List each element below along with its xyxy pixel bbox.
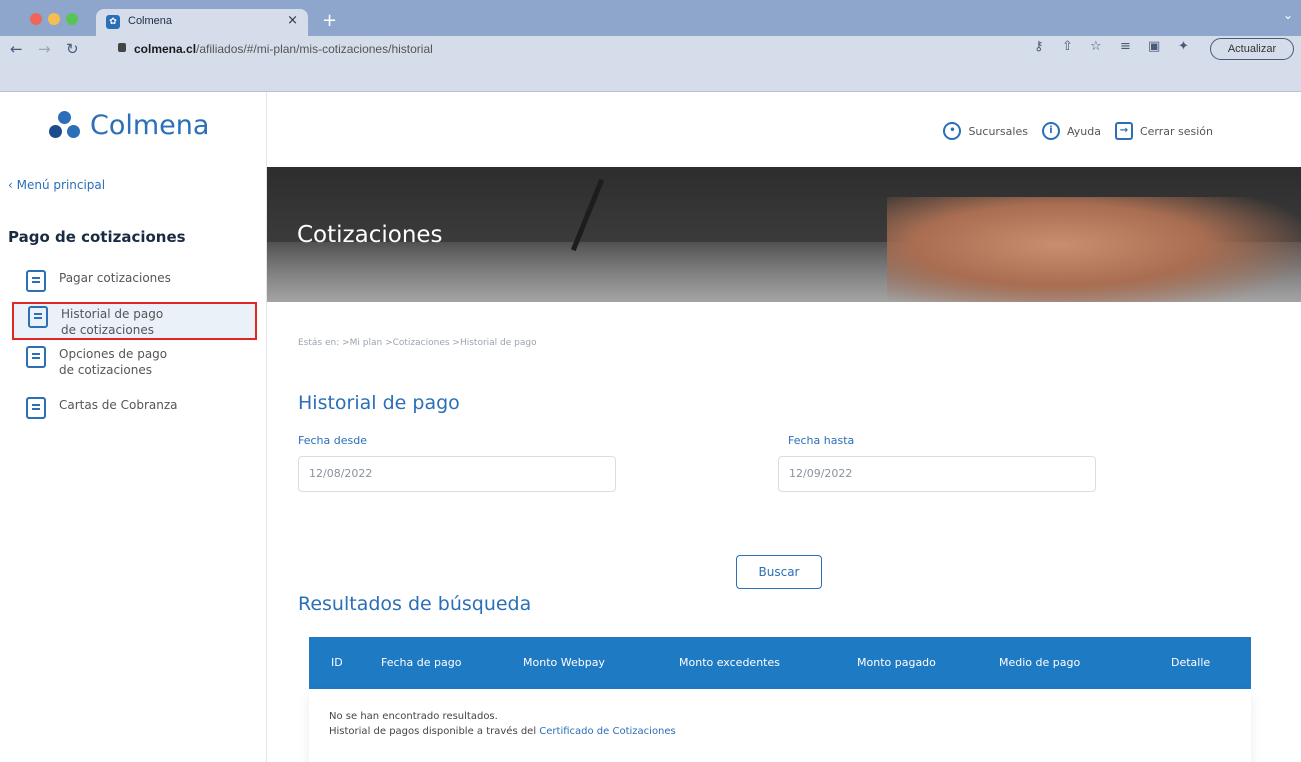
key-icon[interactable]: ⚷ xyxy=(1034,39,1044,54)
date-to-field[interactable]: 12/09/2022 xyxy=(778,456,1096,492)
url-domain: colmena.cl xyxy=(134,42,197,56)
page-title: Historial de pago xyxy=(298,392,460,414)
maximize-window-icon[interactable] xyxy=(66,13,78,25)
empty-results-message: No se han encontrado resultados. xyxy=(329,711,498,722)
location-pin-icon: • xyxy=(943,122,962,140)
empty-results-note: Historial de pagos disponible a través d… xyxy=(329,726,676,737)
url-path: /afiliados/#/mi-plan/mis-cotizaciones/hi… xyxy=(196,42,433,56)
sidebar-item-label: Historial de pago de cotizaciones xyxy=(61,307,164,337)
logout-icon: → xyxy=(1114,122,1133,140)
close-window-icon[interactable] xyxy=(30,13,42,25)
date-from-field[interactable]: 12/08/2022 xyxy=(298,456,616,492)
header-link-label: Sucursales xyxy=(968,124,1028,138)
sidebar-section-title: Pago de cotizaciones xyxy=(8,228,186,246)
results-heading: Resultados de búsqueda xyxy=(298,593,532,615)
info-icon: i xyxy=(1041,122,1060,140)
document-icon xyxy=(26,270,46,292)
sidebar-item-historial-de-pago[interactable]: Historial de pago de cotizaciones xyxy=(12,302,257,340)
payment-options-icon xyxy=(26,346,46,368)
header-link-label: Cerrar sesión xyxy=(1139,124,1213,138)
browser-address-bar: ← → ↻ colmena.cl/afiliados/#/mi-plan/mis… xyxy=(0,36,1301,92)
update-button[interactable]: Actualizar xyxy=(1210,38,1294,60)
reload-icon[interactable]: ↻ xyxy=(66,40,79,58)
header-link-sucursales[interactable]: • Sucursales xyxy=(943,122,1028,140)
results-table-header: ID Fecha de pago Monto Webpay Monto exce… xyxy=(309,637,1251,689)
sidebar-panel-icon[interactable]: ▣ xyxy=(1148,39,1160,54)
bookmark-star-icon[interactable]: ☆ xyxy=(1090,39,1102,54)
header-link-ayuda[interactable]: i Ayuda xyxy=(1041,122,1101,140)
certificate-link[interactable]: Certificado de Cotizaciones xyxy=(539,726,675,737)
back-to-main-menu-link[interactable]: ‹ Menú principal xyxy=(8,178,105,192)
sidebar-item-pagar-cotizaciones[interactable]: Pagar cotizaciones xyxy=(12,270,257,292)
forward-arrow-icon[interactable]: → xyxy=(38,40,51,58)
sidebar-item-label: Cartas de Cobranza xyxy=(59,398,178,412)
letter-icon xyxy=(26,397,46,419)
empty-results-note-text: Historial de pagos disponible a través d… xyxy=(329,726,540,737)
breadcrumb: Estás en: >Mi plan >Cotizaciones >Histor… xyxy=(298,338,537,348)
hero-hand-image xyxy=(887,197,1301,302)
search-button[interactable]: Buscar xyxy=(736,555,822,589)
back-link-label: Menú principal xyxy=(16,178,106,192)
header-links: • Sucursales i Ayuda → Cerrar sesión xyxy=(929,122,1213,140)
hero-banner: Cotizaciones xyxy=(267,167,1301,302)
sidebar-item-label: Opciones de pago de cotizaciones xyxy=(59,347,168,377)
column-header[interactable]: Monto excedentes xyxy=(679,656,780,669)
sidebar-item-label: Pagar cotizaciones xyxy=(59,271,171,285)
browser-titlebar: ✿ Colmena × + ⌄ xyxy=(0,0,1301,36)
column-header[interactable]: Fecha de pago xyxy=(381,656,461,669)
column-header[interactable]: Detalle xyxy=(1171,656,1210,669)
column-header[interactable]: Medio de pago xyxy=(999,656,1080,669)
back-arrow-icon[interactable]: ← xyxy=(10,40,23,58)
browser-tab[interactable]: ✿ Colmena × xyxy=(96,9,308,36)
hero-pen-image xyxy=(570,178,605,252)
url-field[interactable]: colmena.cl/afiliados/#/mi-plan/mis-cotiz… xyxy=(108,40,1128,60)
sidebar xyxy=(0,92,267,762)
tab-title: Colmena xyxy=(128,15,173,27)
new-tab-icon[interactable]: + xyxy=(322,10,337,31)
colmena-favicon-icon: ✿ xyxy=(106,15,120,29)
tab-list-chevron-icon[interactable]: ⌄ xyxy=(1283,8,1293,22)
column-header[interactable]: Monto pagado xyxy=(857,656,936,669)
sidebar-item-opciones-de-pago[interactable]: Opciones de pago de cotizaciones xyxy=(12,346,257,378)
date-from-label: Fecha desde xyxy=(298,434,367,447)
share-icon[interactable]: ⇧ xyxy=(1062,39,1073,54)
hero-title: Cotizaciones xyxy=(297,222,443,248)
header-link-cerrar-sesion[interactable]: → Cerrar sesión xyxy=(1114,122,1213,140)
extension-icon[interactable]: ✦ xyxy=(1178,39,1189,54)
column-header[interactable]: ID xyxy=(331,656,343,669)
history-document-icon xyxy=(28,306,48,328)
column-header[interactable]: Monto Webpay xyxy=(523,656,605,669)
results-table-body: No se han encontrado resultados. Histori… xyxy=(309,689,1251,762)
tab-close-icon[interactable]: × xyxy=(287,13,298,28)
lock-icon xyxy=(118,43,126,52)
reading-list-icon[interactable]: ≡ xyxy=(1120,39,1131,54)
url-text: colmena.cl/afiliados/#/mi-plan/mis-cotiz… xyxy=(134,42,433,56)
date-to-label: Fecha hasta xyxy=(788,434,855,447)
minimize-window-icon[interactable] xyxy=(48,13,60,25)
header-link-label: Ayuda xyxy=(1066,124,1101,138)
sidebar-item-cartas-de-cobranza[interactable]: Cartas de Cobranza xyxy=(12,397,257,419)
